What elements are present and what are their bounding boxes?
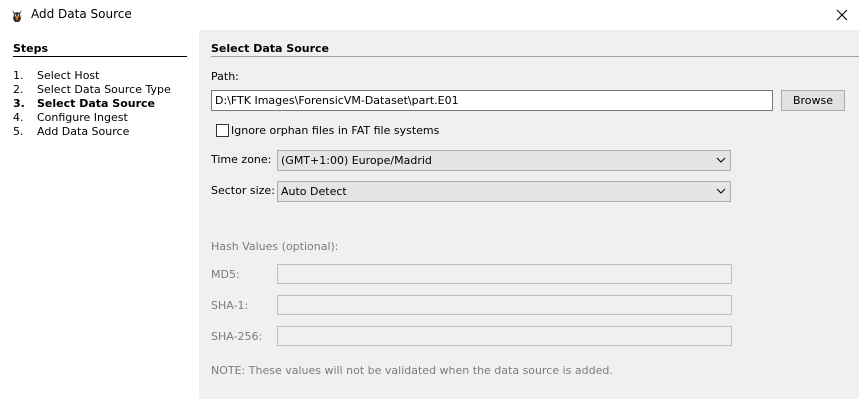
sector-size-select[interactable]: Auto Detect (277, 181, 731, 202)
browse-button[interactable]: Browse (781, 90, 845, 111)
path-input[interactable]: D:\FTK Images\ForensicVM-Dataset\part.E0… (211, 90, 773, 111)
step-label: Select Data Source Type (37, 83, 171, 96)
step-label: Select Host (37, 69, 100, 82)
steps-panel: Steps 1. Select Host 2. Select Data Source… (0, 30, 199, 399)
sector-size-label: Sector size: (211, 184, 275, 197)
step-item-current: 3. Select Data Source (13, 97, 156, 110)
hash-values-title: Hash Values (optional): (211, 240, 339, 253)
close-button[interactable] (825, 0, 859, 30)
autopsy-dog-icon (12, 10, 22, 22)
section-divider (211, 56, 859, 57)
title-bar: Add Data Source (0, 0, 859, 30)
select-data-source-panel: Select Data Source Path: D:\FTK Images\F… (199, 30, 859, 399)
step-label: Add Data Source (37, 125, 130, 138)
ignore-orphan-label[interactable]: Ignore orphan files in FAT file systems (231, 124, 439, 137)
steps-list: 1. Select Host 2. Select Data Source Type … (13, 69, 171, 139)
sha256-input[interactable] (277, 326, 732, 346)
timezone-label: Time zone: (211, 153, 272, 166)
sector-size-value: Auto Detect (281, 185, 347, 198)
md5-input[interactable] (277, 264, 732, 284)
steps-divider (13, 56, 187, 57)
sha256-label: SHA-256: (211, 330, 263, 343)
hash-note: NOTE: These values will not be validated… (211, 364, 613, 377)
steps-title: Steps (13, 42, 49, 55)
sha1-input[interactable] (277, 295, 732, 315)
step-item: 2. Select Data Source Type (13, 83, 171, 96)
timezone-select[interactable]: (GMT+1:00) Europe/Madrid (277, 150, 731, 171)
timezone-value: (GMT+1:00) Europe/Madrid (281, 154, 432, 167)
window-title: Add Data Source (31, 7, 132, 21)
chevron-down-icon (716, 188, 726, 194)
sha1-label: SHA-1: (211, 299, 249, 312)
step-label: Configure Ingest (37, 111, 128, 124)
step-item: 4. Configure Ingest (13, 111, 128, 124)
section-title: Select Data Source (211, 42, 330, 55)
step-label: Select Data Source (37, 97, 156, 110)
step-item: 1. Select Host (13, 69, 100, 82)
close-icon (836, 9, 848, 21)
step-item: 5. Add Data Source (13, 125, 130, 138)
md5-label: MD5: (211, 268, 240, 281)
chevron-down-icon (716, 157, 726, 163)
ignore-orphan-checkbox[interactable] (216, 124, 229, 137)
path-label: Path: (211, 70, 239, 83)
